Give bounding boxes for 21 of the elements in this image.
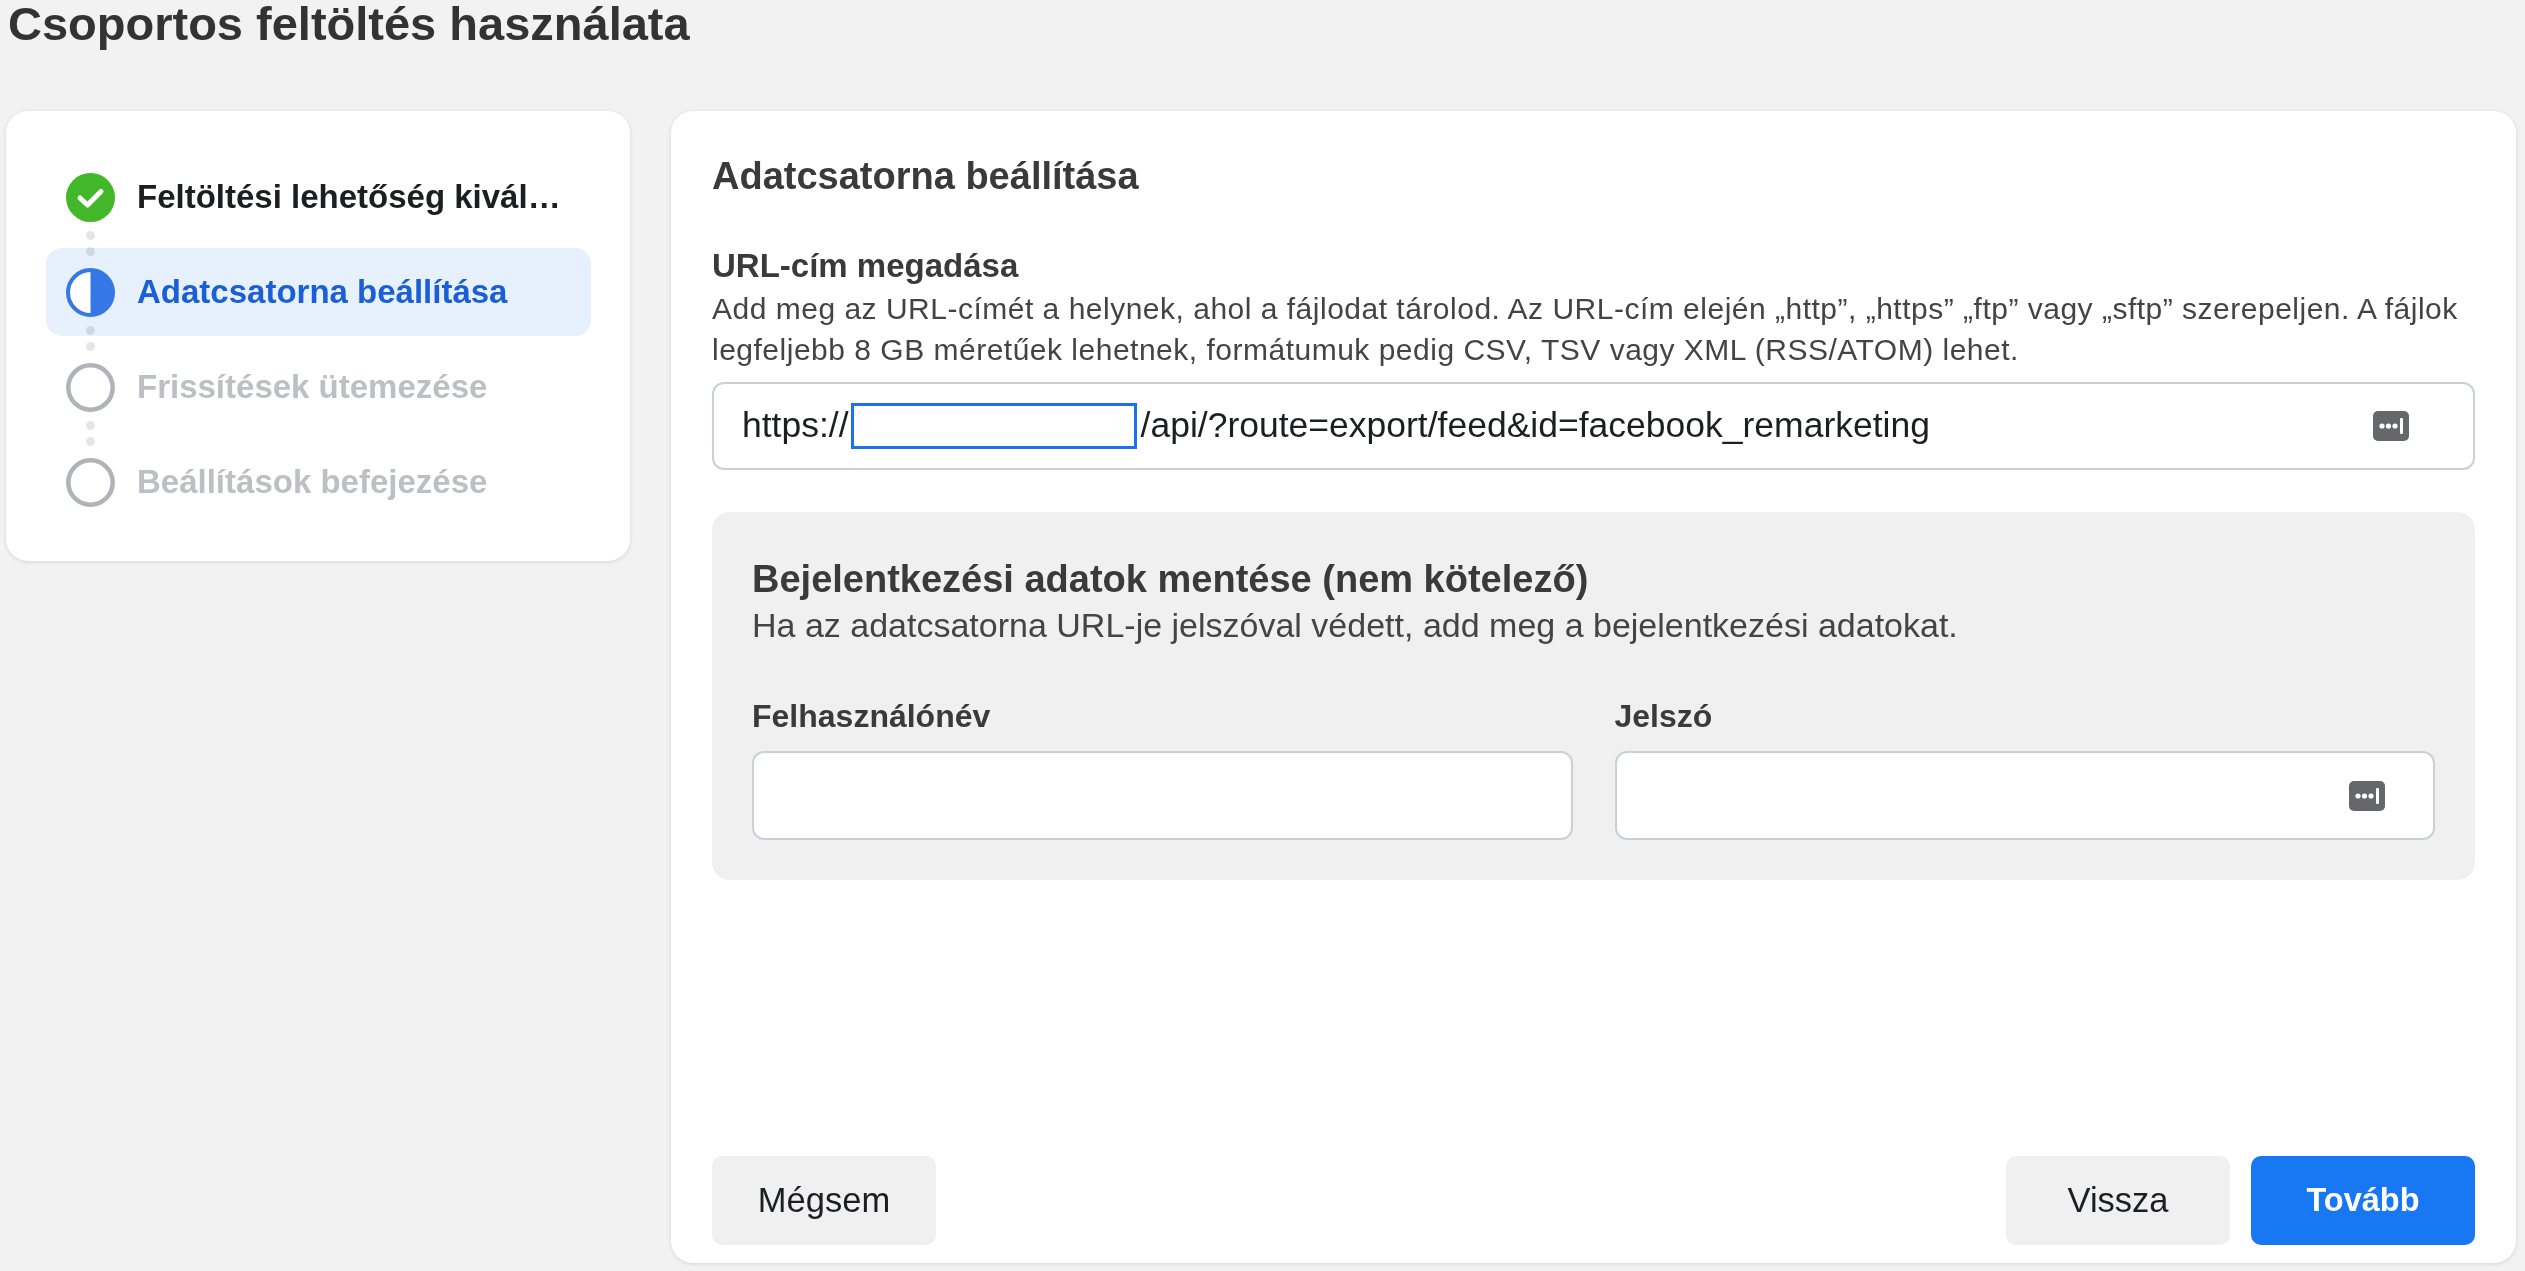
empty-circle-icon: [66, 457, 115, 507]
url-input-field[interactable]: https:// /api/?route=export/feed&id=facebook_remarketing: [712, 382, 2475, 470]
step-item[interactable]: Feltöltési lehetőség kivál…: [46, 153, 591, 241]
step-item[interactable]: Adatcsatorna beállítása: [46, 248, 591, 336]
back-button[interactable]: Vissza: [2006, 1156, 2230, 1245]
field-label: URL-cím megadása: [712, 246, 1019, 286]
next-button[interactable]: Tovább: [2251, 1156, 2475, 1245]
input-field[interactable]: [752, 751, 1573, 840]
half-filled-circle-icon: [66, 267, 115, 317]
empty-circle-icon: [66, 362, 115, 412]
password-dots-icon[interactable]: [2373, 411, 2409, 441]
field-label: Felhasználónév: [752, 697, 991, 736]
cancel-button[interactable]: Mégsem: [712, 1156, 936, 1245]
input-field[interactable]: [1614, 751, 2435, 840]
section-description: Ha az adatcsatorna URL-je jelszóval védett, add meg a bejelentkezési adatokat.: [752, 605, 1958, 645]
field-description: Add meg az URL-címét a helynek, ahol a fájlodat tárolod. Az URL-cím elején „http”, „https” „ftp” vagy „sftp” szerepeljen. A fájlok legfeljebb 8 GB méretűek lehetnek, formátumuk pedig CSV, TSV vagy XML (RSS/ATOM) lehet.: [712, 291, 2459, 368]
section-heading: Bejelentkezési adatok mentése (nem kötelező): [752, 557, 1589, 602]
section-title: Adatcsatorna beállítása: [712, 154, 1139, 198]
check-circle-icon: [66, 172, 115, 222]
password-dots-icon[interactable]: [2349, 780, 2385, 811]
field-label: Jelszó: [1614, 697, 1713, 736]
